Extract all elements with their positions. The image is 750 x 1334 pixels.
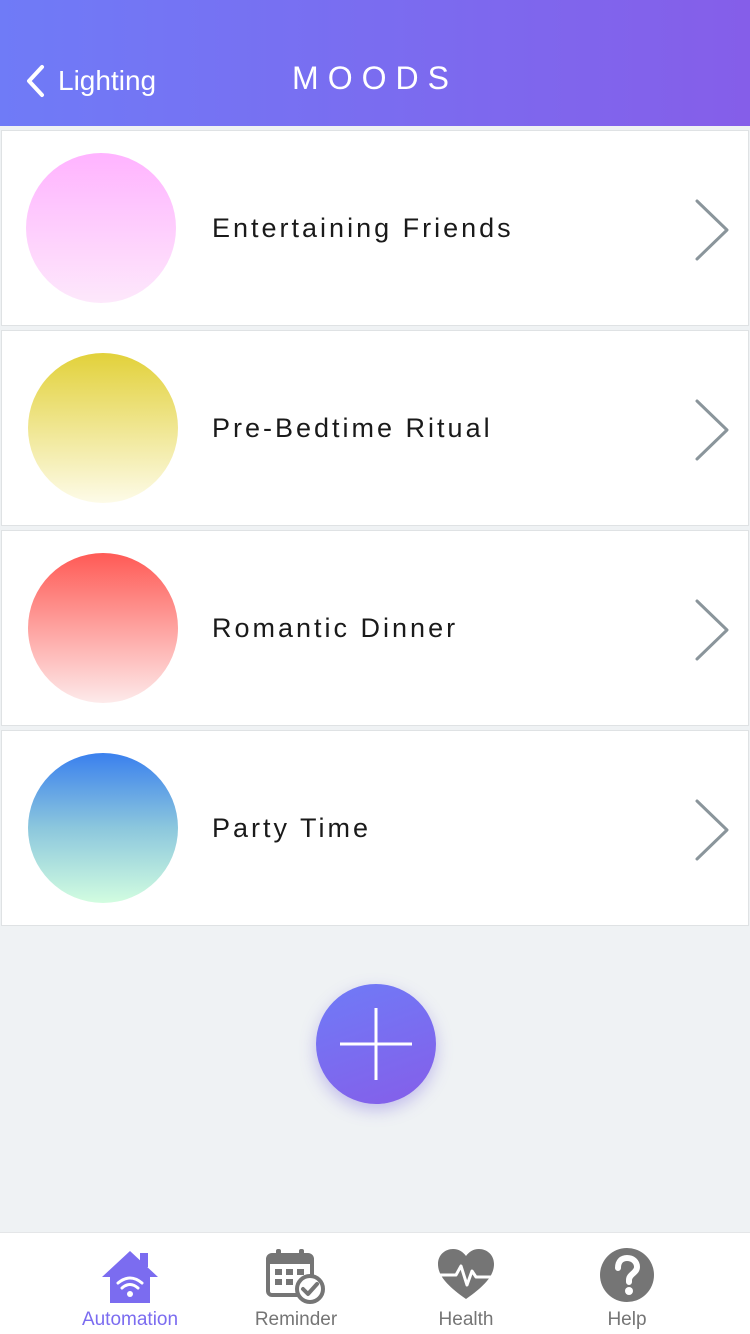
chevron-right-icon: [695, 599, 729, 661]
mood-item-entertaining-friends[interactable]: Entertaining Friends: [1, 130, 749, 326]
tab-label: Help: [607, 1309, 647, 1330]
mood-color-swatch: [28, 753, 178, 903]
mood-label: Entertaining Friends: [212, 213, 514, 243]
mood-item-romantic-dinner[interactable]: Romantic Dinner: [1, 530, 749, 726]
mood-item-party-time[interactable]: Party Time: [1, 730, 749, 926]
tab-health[interactable]: Health: [381, 1233, 551, 1334]
chevron-right-icon: [695, 199, 729, 261]
mood-color-swatch: [28, 553, 178, 703]
add-mood-button[interactable]: [316, 984, 436, 1104]
nav-header: Lighting MOODS: [0, 0, 750, 126]
tab-label: Reminder: [254, 1309, 338, 1330]
tab-label: Automation: [81, 1309, 179, 1330]
tab-reminder[interactable]: Reminder: [211, 1233, 381, 1334]
tab-label: Health: [438, 1309, 494, 1330]
mood-color-swatch: [26, 153, 176, 303]
mood-label: Romantic Dinner: [212, 613, 459, 643]
mood-color-swatch: [28, 353, 178, 503]
heart-pulse-icon: [438, 1249, 494, 1299]
help-icon: [600, 1248, 654, 1302]
mood-item-pre-bedtime-ritual[interactable]: Pre-Bedtime Ritual: [1, 330, 749, 526]
home-wifi-icon: [102, 1251, 158, 1303]
tab-help[interactable]: Help: [542, 1233, 712, 1334]
tab-automation[interactable]: Automation: [45, 1233, 215, 1334]
chevron-right-icon: [695, 799, 729, 861]
chevron-right-icon: [695, 399, 729, 461]
mood-label: Party Time: [212, 813, 372, 843]
plus-icon: [340, 1008, 412, 1080]
page-title: MOODS: [292, 60, 458, 96]
tab-bar: Automation Reminder Health Help: [0, 1232, 750, 1334]
calendar-check-icon: [266, 1249, 325, 1304]
mood-label: Pre-Bedtime Ritual: [212, 413, 493, 443]
